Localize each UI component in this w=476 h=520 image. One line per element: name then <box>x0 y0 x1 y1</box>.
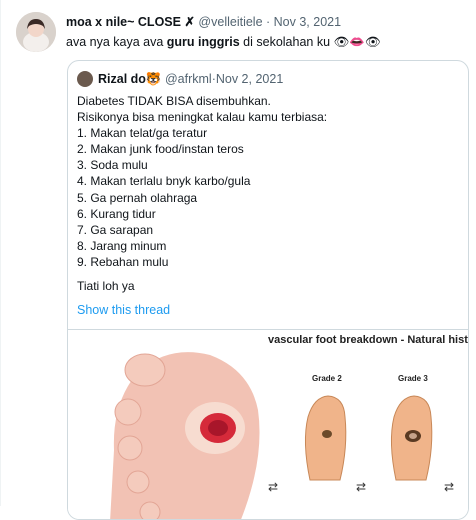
grade-2-foot <box>304 395 347 481</box>
quote-author-handle: @afrkml <box>164 72 212 86</box>
quote-list-item: 4. Makan terlalu bnyk karbo/gula <box>77 174 251 189</box>
quote-closing: Tiati loh ya <box>77 279 135 293</box>
diagram-caption: vascular foot breakdown - Natural hist <box>268 334 468 346</box>
quote-author-avatar <box>77 71 93 87</box>
show-thread-link[interactable]: Show this thread <box>77 303 170 317</box>
grade-3-foot <box>390 395 433 481</box>
stage-arrow: ⇄ <box>268 480 279 494</box>
quote-list-item: 9. Rebahan mulu <box>77 254 169 269</box>
quote-list-item: 6. Kurang tidur <box>77 206 156 221</box>
author-handle[interactable]: @velleitiele <box>198 15 262 29</box>
quote-author-name: Rizal do🐯 <box>98 71 162 86</box>
tweet-text-before: ava nya kaya ava <box>66 35 167 49</box>
quote-media-image[interactable]: vascular foot breakdown - Natural hist G… <box>68 329 468 519</box>
tweet-date[interactable]: Nov 3, 2021 <box>274 15 341 29</box>
stage-arrow: ⇄ <box>356 480 367 494</box>
author-avatar[interactable] <box>16 12 56 52</box>
quote-list-item: 3. Soda mulu <box>77 158 148 173</box>
quote-header: Rizal do🐯 @afrkml · Nov 2, 2021 <box>77 71 283 87</box>
quote-list-item: 1. Makan telat/ga teratur <box>77 126 208 141</box>
quoted-tweet[interactable]: Rizal do🐯 @afrkml · Nov 2, 2021 Diabetes… <box>67 60 469 520</box>
tweet-text: ava nya kaya ava guru inggris di sekolah… <box>66 35 381 50</box>
quote-line: Risikonya bisa meningkat kalau kamu terb… <box>77 110 328 125</box>
quote-body: Diabetes TIDAK BISA disembuhkan. Risikony… <box>77 93 327 270</box>
quote-list-item: 2. Makan junk food/instan teros <box>77 142 244 157</box>
close-glyph: ✗ <box>184 15 195 29</box>
tweet-text-after: di sekolahan ku 👁👄👁 <box>239 35 381 49</box>
header-separator: · <box>262 15 274 29</box>
quote-date: Nov 2, 2021 <box>215 72 284 86</box>
stage-arrow: ⇄ <box>444 480 455 494</box>
tweet-header: moa x nile~ CLOSE ✗ @velleitiele · Nov 3… <box>66 14 341 29</box>
grade-3-label: Grade 3 <box>398 374 428 383</box>
tweet-text-bold: guru inggris <box>166 35 240 49</box>
quote-list-item: 8. Jarang minum <box>77 238 167 253</box>
author-name[interactable]: moa x nile~ CLOSE <box>66 15 181 29</box>
foot-illustration <box>90 330 270 519</box>
quote-list-item: 5. Ga pernah olahraga <box>77 190 198 205</box>
quote-line: Diabetes TIDAK BISA disembuhkan. <box>77 94 271 108</box>
timeline-border <box>0 0 1 506</box>
quote-list-item: 7. Ga sarapan <box>77 222 154 237</box>
grade-2-label: Grade 2 <box>312 374 342 383</box>
